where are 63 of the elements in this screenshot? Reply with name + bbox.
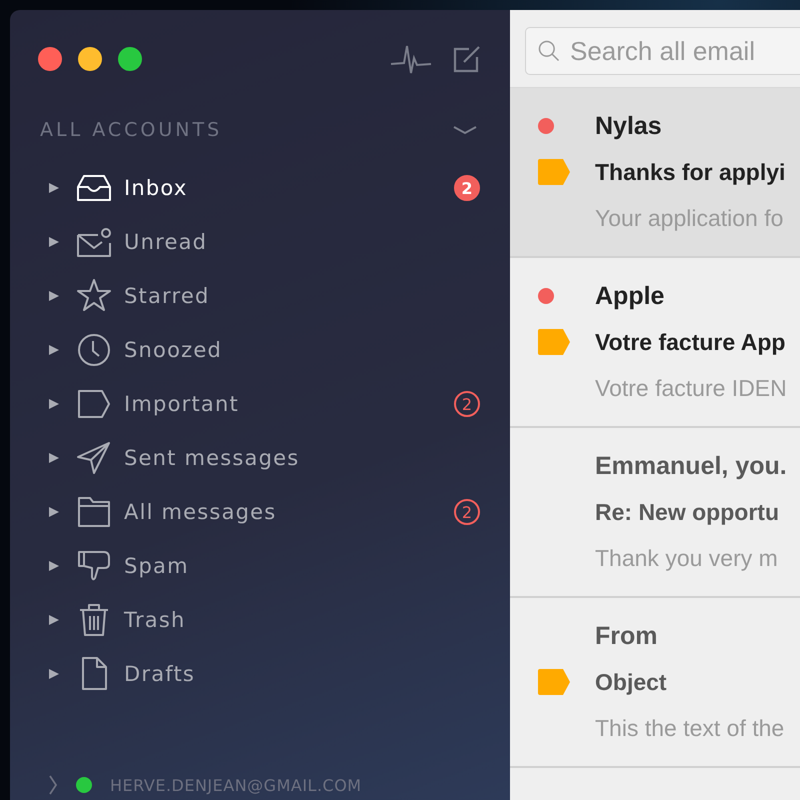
disclosure-icon[interactable] [48, 506, 60, 518]
search-field[interactable]: Search all email [525, 27, 800, 75]
disclosure-icon[interactable] [48, 452, 60, 464]
folder-label: Important [124, 392, 240, 416]
disclosure-icon[interactable] [48, 236, 60, 248]
folder-label: Snoozed [124, 338, 224, 362]
disclosure-icon[interactable] [48, 398, 60, 410]
folder-item[interactable]: All messages 2 [40, 485, 480, 539]
email-row[interactable]: Emmanuel, you. Re: New opportu Thank you very m [510, 428, 800, 598]
email-sender: From [595, 622, 658, 650]
paper-plane-icon [76, 440, 112, 476]
email-row[interactable]: From Object This the text of the [510, 598, 800, 768]
clock-icon [76, 332, 112, 368]
email-sender: Apple [595, 282, 664, 310]
star-icon [76, 278, 112, 314]
folder-item[interactable]: Unread [40, 215, 480, 269]
email-subject: Votre facture App [595, 328, 786, 356]
unread-count: 2 [454, 391, 480, 417]
section-title: ALL ACCOUNTS [40, 119, 222, 141]
folder-item[interactable]: Starred [40, 269, 480, 323]
unread-count: 2 [454, 175, 480, 201]
disclosure-icon[interactable] [48, 290, 60, 302]
disclosure-icon[interactable] [48, 560, 60, 572]
disclosure-icon[interactable] [48, 614, 60, 626]
email-sender: Nylas [595, 112, 662, 140]
compose-icon[interactable] [452, 44, 482, 74]
minimize-button[interactable] [78, 47, 102, 71]
email-subject: Object [595, 668, 667, 696]
email-sender: Emmanuel, you. [595, 452, 787, 480]
maximize-button[interactable] [118, 47, 142, 71]
folder-item[interactable]: Important 2 [40, 377, 480, 431]
folder-item[interactable]: Spam [40, 539, 480, 593]
email-preview: Your application fo [595, 204, 784, 232]
disclosure-icon[interactable] [48, 344, 60, 356]
folder-item[interactable]: Drafts [40, 647, 480, 701]
email-subject: Re: New opportu [595, 498, 779, 526]
folder-label: Sent messages [124, 446, 300, 470]
folder-item[interactable]: Snoozed [40, 323, 480, 377]
folder-item[interactable]: Trash [40, 593, 480, 647]
folder-label: Trash [124, 608, 186, 632]
folder-item[interactable]: Sent messages [40, 431, 480, 485]
email-row[interactable]: Apple Votre facture App Votre facture IDEN [510, 258, 800, 428]
folder-item[interactable]: Inbox 2 [40, 161, 480, 215]
folder-label: Inbox [124, 176, 188, 200]
disclosure-icon[interactable] [48, 668, 60, 680]
folder-label: All messages [124, 500, 278, 524]
close-button[interactable] [38, 47, 62, 71]
disclosure-icon[interactable] [48, 182, 60, 194]
search-input[interactable]: Search all email [570, 36, 800, 66]
unread-count: 2 [454, 499, 480, 525]
folder-label: Drafts [124, 662, 196, 686]
email-preview: Thank you very m [595, 544, 778, 572]
folder-label: Unread [124, 230, 208, 254]
folder-label: Starred [124, 284, 211, 308]
chevron-icon[interactable] [48, 774, 58, 796]
email-row[interactable]: Nylas Thanks for applyi Your application fo [510, 88, 800, 258]
folder-label: Spam [124, 554, 190, 578]
email-preview: Votre facture IDEN [595, 374, 787, 402]
chevron-icon[interactable] [452, 124, 478, 136]
activity-icon[interactable] [390, 43, 432, 75]
folder-icon [76, 494, 112, 530]
email-preview: This the text of the [595, 714, 784, 742]
email-subject: Thanks for applyi [595, 158, 786, 186]
